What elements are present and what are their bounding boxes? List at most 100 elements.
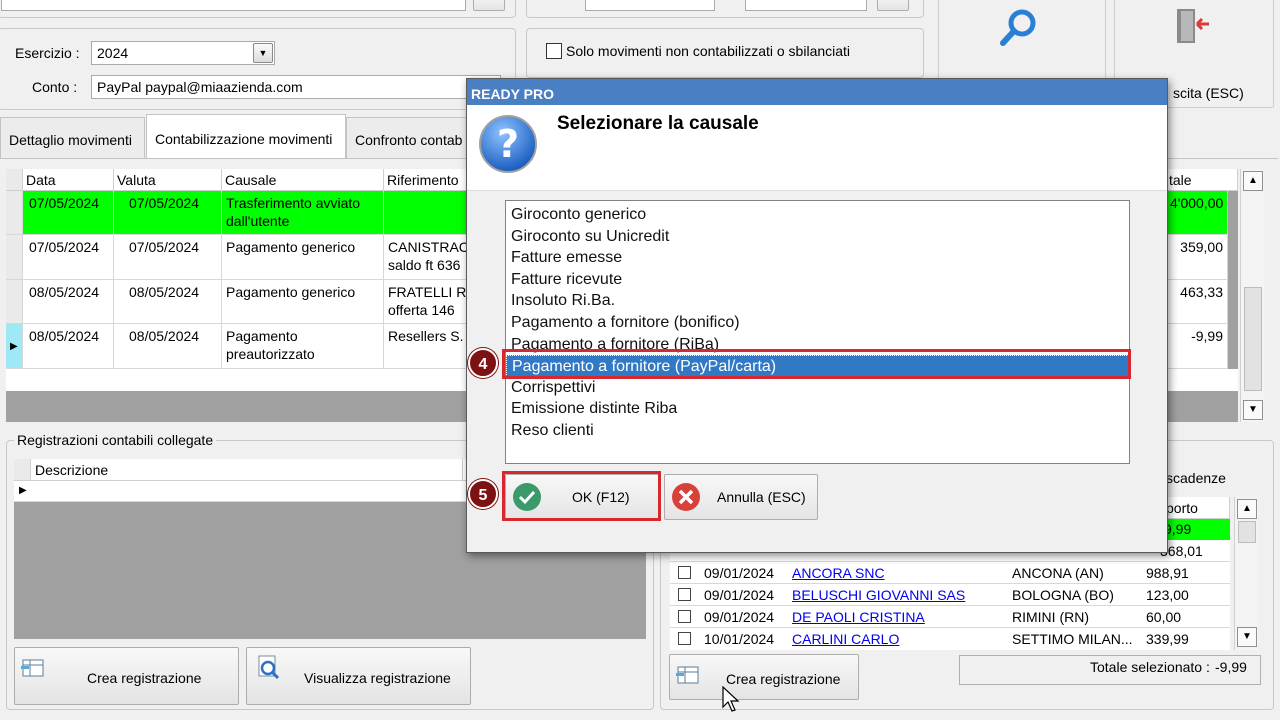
cell-data: 09/01/2024: [704, 609, 775, 625]
conto-select[interactable]: PayPal paypal@miaazienda.com: [91, 75, 501, 99]
uscita-label: scita (ESC): [1173, 85, 1244, 101]
table-add-icon: [676, 666, 699, 684]
cell-importo: 123,00: [1146, 587, 1189, 603]
esercizio-value: 2024: [97, 45, 129, 61]
movements-scrollbar[interactable]: ▲ ▼: [1240, 169, 1264, 422]
cell-data: 10/01/2024: [704, 631, 775, 647]
cell-citta: BOLOGNA (BO): [1012, 587, 1114, 603]
causale-option[interactable]: Giroconto generico: [506, 204, 1129, 226]
scadenze-scrollbar[interactable]: ▲ ▼: [1234, 497, 1258, 650]
mouse-cursor-icon: [722, 686, 740, 712]
cell-data: 08/05/2024: [23, 280, 114, 324]
date-picker-button[interactable]: [877, 0, 909, 11]
scadenze-row[interactable]: 09/01/2024 DE PAOLI CRISTINA RIMINI (RN)…: [670, 606, 1230, 628]
top-partial-button[interactable]: [473, 0, 505, 11]
conto-label: Conto :: [32, 79, 78, 95]
scadenze-title: scadenze: [1166, 470, 1226, 486]
totale-selezionato-label: Totale selezionato :: [1090, 659, 1210, 675]
cell-importo: 60,00: [1146, 609, 1182, 625]
exit-door-icon: [1177, 9, 1209, 43]
solo-movimenti-checkbox[interactable]: [546, 43, 562, 59]
dialog-header: ? Selezionare la causale: [467, 105, 1167, 191]
causale-option[interactable]: Emissione distinte Riba: [506, 398, 1129, 420]
cell-totale: -9,99: [1166, 324, 1228, 369]
row-checkbox[interactable]: [678, 588, 691, 601]
cell-citta: ANCONA (AN): [1012, 565, 1104, 581]
causale-option[interactable]: Giroconto su Unicredit: [506, 226, 1129, 248]
cell-valuta: 07/05/2024: [114, 235, 222, 280]
cell-causale: Trasferimento avviato dall'utente: [222, 191, 384, 235]
top-date-panel: [526, 0, 924, 18]
cell-riferimento: FRATELLI R offerta 146: [384, 280, 474, 324]
annulla-button[interactable]: Annulla (ESC): [664, 474, 818, 520]
cell-citta: RIMINI (RN): [1012, 609, 1089, 625]
cell-data: 08/05/2024: [23, 324, 114, 369]
row-checkbox[interactable]: [678, 610, 691, 623]
cell-citta: SETTIMO MILAN...: [1012, 631, 1133, 647]
crea-registrazione-label: Crea registrazione: [87, 670, 202, 686]
esercizio-select[interactable]: 2024 ▼: [91, 41, 275, 65]
scroll-thumb[interactable]: [1238, 521, 1256, 543]
col-header-valuta[interactable]: Valuta: [114, 169, 222, 191]
cell-valuta: 08/05/2024: [114, 280, 222, 324]
top-partial-field[interactable]: [1, 0, 466, 11]
grid-indicator-header: [6, 169, 23, 191]
cell-cliente-link[interactable]: DE PAOLI CRISTINA: [792, 609, 925, 625]
registrazioni-title: Registrazioni contabili collegate: [14, 432, 217, 448]
tab-contabilizzazione-movimenti[interactable]: Contabilizzazione movimenti: [146, 114, 346, 160]
row-indicator: [6, 191, 23, 235]
date-to-field[interactable]: [745, 0, 867, 11]
scroll-down-icon[interactable]: ▼: [1237, 627, 1257, 647]
cell-valuta: 07/05/2024: [114, 191, 222, 235]
tab-dettaglio-movimenti[interactable]: Dettaglio movimenti: [0, 117, 145, 159]
causale-option[interactable]: Fatture emesse: [506, 247, 1129, 269]
scadenze-row[interactable]: 10/01/2024 CARLINI CARLO SETTIMO MILAN..…: [670, 628, 1230, 650]
row-checkbox[interactable]: [678, 632, 691, 645]
scroll-down-icon[interactable]: ▼: [1243, 400, 1263, 420]
causale-option[interactable]: Reso clienti: [506, 420, 1129, 442]
cell-causale: Pagamento preautorizzato: [222, 324, 384, 369]
scadenze-row[interactable]: 09/01/2024 ANCORA SNC ANCONA (AN) 988,91: [670, 562, 1230, 584]
cell-cliente-link[interactable]: BELUSCHI GIOVANNI SAS: [792, 587, 965, 603]
dialog-heading: Selezionare la causale: [557, 113, 759, 134]
cancel-icon: [672, 483, 700, 511]
grid-indicator-header: [14, 459, 31, 481]
magnifier-document-icon: [258, 655, 280, 680]
date-from-field[interactable]: [585, 0, 715, 11]
scroll-up-icon[interactable]: ▲: [1237, 499, 1257, 519]
cell-data: 09/01/2024: [704, 565, 775, 581]
col-header-totale[interactable]: tale: [1166, 169, 1238, 191]
cell-riferimento: CANISTRAC saldo ft 636: [384, 235, 474, 280]
cell-cliente-link[interactable]: CARLINI CARLO: [792, 631, 899, 647]
chevron-down-icon[interactable]: ▼: [253, 43, 273, 63]
cell-cliente-link[interactable]: ANCORA SNC: [792, 565, 885, 581]
tab-confronto-contabile[interactable]: Confronto contab: [346, 117, 471, 159]
causale-option[interactable]: Pagamento a fornitore (bonifico): [506, 312, 1129, 334]
cell-data: 07/05/2024: [23, 191, 114, 235]
causale-option[interactable]: Insoluto Ri.Ba.: [506, 290, 1129, 312]
crea-registrazione-right-button[interactable]: Crea registrazione: [669, 654, 859, 700]
step-4-badge: 4: [468, 348, 498, 378]
causale-listbox[interactable]: Giroconto generico Giroconto su Unicredi…: [505, 200, 1130, 464]
scadenze-row[interactable]: 09/01/2024 BELUSCHI GIOVANNI SAS BOLOGNA…: [670, 584, 1230, 606]
cell-causale: Pagamento generico: [222, 235, 384, 280]
cell-valuta: 08/05/2024: [114, 324, 222, 369]
col-header-data[interactable]: Data: [23, 169, 114, 191]
col-header-causale[interactable]: Causale: [222, 169, 384, 191]
scroll-thumb[interactable]: [1244, 287, 1262, 391]
col-header-importo[interactable]: porto: [1160, 497, 1230, 519]
crea-registrazione-left-button[interactable]: Crea registrazione: [14, 647, 239, 705]
conto-value: PayPal paypal@miaazienda.com: [97, 79, 303, 95]
row-checkbox[interactable]: [678, 566, 691, 579]
causale-option[interactable]: Corrispettivi: [506, 377, 1129, 399]
scroll-up-icon[interactable]: ▲: [1243, 171, 1263, 191]
question-icon: ?: [479, 115, 537, 173]
solo-movimenti-label: Solo movimenti non contabilizzati o sbil…: [566, 43, 851, 59]
cell-data: 09/01/2024: [704, 587, 775, 603]
step-5-badge: 5: [468, 479, 498, 509]
dialog-title-bar: READY PRO: [467, 79, 1167, 105]
col-header-descrizione[interactable]: Descrizione: [31, 459, 463, 481]
causale-option[interactable]: Fatture ricevute: [506, 269, 1129, 291]
visualizza-registrazione-button[interactable]: Visualizza registrazione: [246, 647, 471, 705]
cell-totale: 463,33: [1166, 280, 1228, 324]
